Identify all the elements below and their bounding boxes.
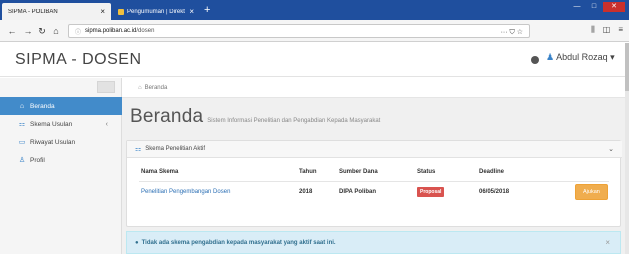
column-header: Status: [417, 169, 436, 175]
column-header: Tahun: [299, 169, 317, 175]
app-header: SIPMA - DOSEN ♟ Abdul Rozaq ▾: [0, 43, 625, 77]
sitemap-icon: ⚏: [135, 146, 142, 153]
chevron-down-icon: ▾: [610, 52, 615, 62]
sidebar-item-skema-usulan[interactable]: ⚏ Skema Usulan ‹: [0, 115, 122, 133]
scheme-fund: DIPA Poliban: [339, 189, 377, 195]
sidebar-item-beranda[interactable]: ⌂ Beranda: [0, 97, 122, 115]
favicon-icon: [118, 8, 124, 15]
scrollbar-thumb[interactable]: [625, 43, 629, 91]
close-icon[interactable]: ×: [605, 238, 610, 247]
column-header: Nama Skema: [141, 169, 179, 175]
chevron-down-icon[interactable]: ⌄: [608, 145, 614, 153]
folder-icon: ▭: [18, 139, 26, 146]
close-tab-icon[interactable]: ×: [189, 7, 194, 16]
schemes-table: Nama Skema Tahun Sumber Dana Status Dead…: [139, 165, 609, 200]
address-bar[interactable]: ⓘ sipma.poliban.ac.id /dosen ··· ⛉ ☆: [68, 24, 530, 38]
app-brand[interactable]: SIPMA - DOSEN: [15, 51, 142, 69]
close-window-button[interactable]: ✕: [603, 2, 625, 12]
url-path: /dosen: [136, 28, 155, 34]
sidebar-item-label: Profil: [30, 156, 45, 164]
column-header: Deadline: [479, 169, 505, 175]
new-tab-button[interactable]: +: [204, 3, 210, 17]
close-tab-icon[interactable]: ×: [100, 7, 105, 16]
sitemap-icon: ⚏: [18, 121, 26, 128]
user-name: Abdul Rozaq: [556, 52, 608, 62]
url-actions[interactable]: ··· ⛉ ☆: [501, 28, 523, 37]
scheme-name-link[interactable]: Penelitian Pengembangan Dosen: [141, 189, 230, 195]
library-icon[interactable]: ⫼: [591, 25, 595, 35]
browser-tab-label: Pengumuman | Direktorat Jende: [127, 8, 185, 15]
browser-tab-sipma[interactable]: SIPMA - POLIBAN ×: [2, 3, 111, 20]
browser-navbar: ← → ↻ ⌂ ⓘ sipma.poliban.ac.id /dosen ···…: [0, 20, 629, 42]
sidebar-item-label: Beranda: [30, 102, 55, 110]
back-arrow-icon[interactable]: ←: [6, 25, 18, 37]
info-icon: ●: [135, 239, 139, 246]
user-menu[interactable]: ♟ Abdul Rozaq ▾: [546, 52, 615, 63]
info-alert: ● Tidak ada skema pengabdian kepada masy…: [126, 231, 621, 254]
browser-toolbar-right: ⫼ ◫ ≡: [591, 25, 623, 35]
browser-tab-strip: SIPMA - POLIBAN × Pengumuman | Direktora…: [0, 0, 629, 20]
column-header: Sumber Dana: [339, 169, 378, 175]
home-icon[interactable]: ⌂: [50, 25, 62, 37]
page-scrollbar[interactable]: [625, 43, 629, 254]
status-badge-label: Proposal: [417, 187, 445, 197]
reload-icon[interactable]: ↻: [36, 25, 48, 37]
menu-icon[interactable]: ≡: [618, 25, 623, 35]
browser-tab-pengumuman[interactable]: Pengumuman | Direktorat Jende ×: [112, 3, 200, 20]
panel-title: Skema Penelitian Aktif: [145, 146, 205, 152]
minimize-button[interactable]: —: [569, 2, 585, 12]
sidebar-collapse-button[interactable]: [97, 81, 115, 93]
sidebar-item-riwayat-usulan[interactable]: ▭ Riwayat Usulan: [0, 133, 122, 151]
info-icon[interactable]: ⓘ: [75, 27, 81, 36]
table-row: Penelitian Pengembangan Dosen 2018 DIPA …: [139, 182, 609, 200]
forward-arrow-icon[interactable]: →: [22, 25, 34, 37]
breadcrumb: ⌂ Beranda: [122, 78, 625, 98]
window-controls: — □ ✕: [569, 2, 625, 12]
scheme-deadline: 06/05/2018: [479, 189, 510, 195]
users-icon: ♙: [18, 157, 26, 164]
table-header-row: Nama Skema Tahun Sumber Dana Status Dead…: [139, 165, 609, 182]
url-domain: sipma.poliban.ac.id: [85, 28, 137, 34]
maximize-button[interactable]: □: [586, 2, 602, 12]
main-content: ⌂ Beranda Beranda Sistem Informasi Penel…: [122, 78, 625, 254]
apply-button-cell: Ajukan: [575, 184, 608, 200]
active-schemes-panel: ⚏ Skema Penelitian Aktif ⌄ Nama Skema Ta…: [126, 140, 622, 227]
page-title: Beranda Sistem Informasi Penelitian dan …: [130, 106, 380, 128]
settings-icon[interactable]: [531, 56, 539, 64]
sidebar-toggle-icon[interactable]: ◫: [603, 25, 611, 35]
sidebar-item-label: Skema Usulan: [30, 120, 73, 128]
status-badge: Proposal: [417, 187, 445, 197]
alert-text: Tidak ada skema pengabdian kepada masyar…: [141, 239, 336, 246]
sidebar-item-profil[interactable]: ♙ Profil: [0, 151, 122, 169]
scheme-year: 2018: [299, 189, 313, 195]
home-icon[interactable]: ⌂: [138, 85, 142, 91]
home-icon: ⌂: [19, 102, 25, 110]
apply-button[interactable]: Ajukan: [575, 184, 608, 200]
page-title-text: Beranda: [130, 106, 204, 127]
sidebar: ⌂ Beranda ⚏ Skema Usulan ‹ ▭ Riwayat Usu…: [0, 78, 122, 254]
page-subtitle: Sistem Informasi Penelitian dan Pengabdi…: [207, 118, 381, 124]
breadcrumb-item[interactable]: Beranda: [145, 85, 168, 91]
chevron-left-icon: ‹: [105, 120, 108, 128]
browser-tab-label: SIPMA - POLIBAN: [8, 8, 58, 15]
panel-header: ⚏ Skema Penelitian Aktif ⌄: [127, 141, 622, 158]
sidebar-item-label: Riwayat Usulan: [30, 138, 76, 146]
user-icon: ♟: [546, 52, 555, 62]
